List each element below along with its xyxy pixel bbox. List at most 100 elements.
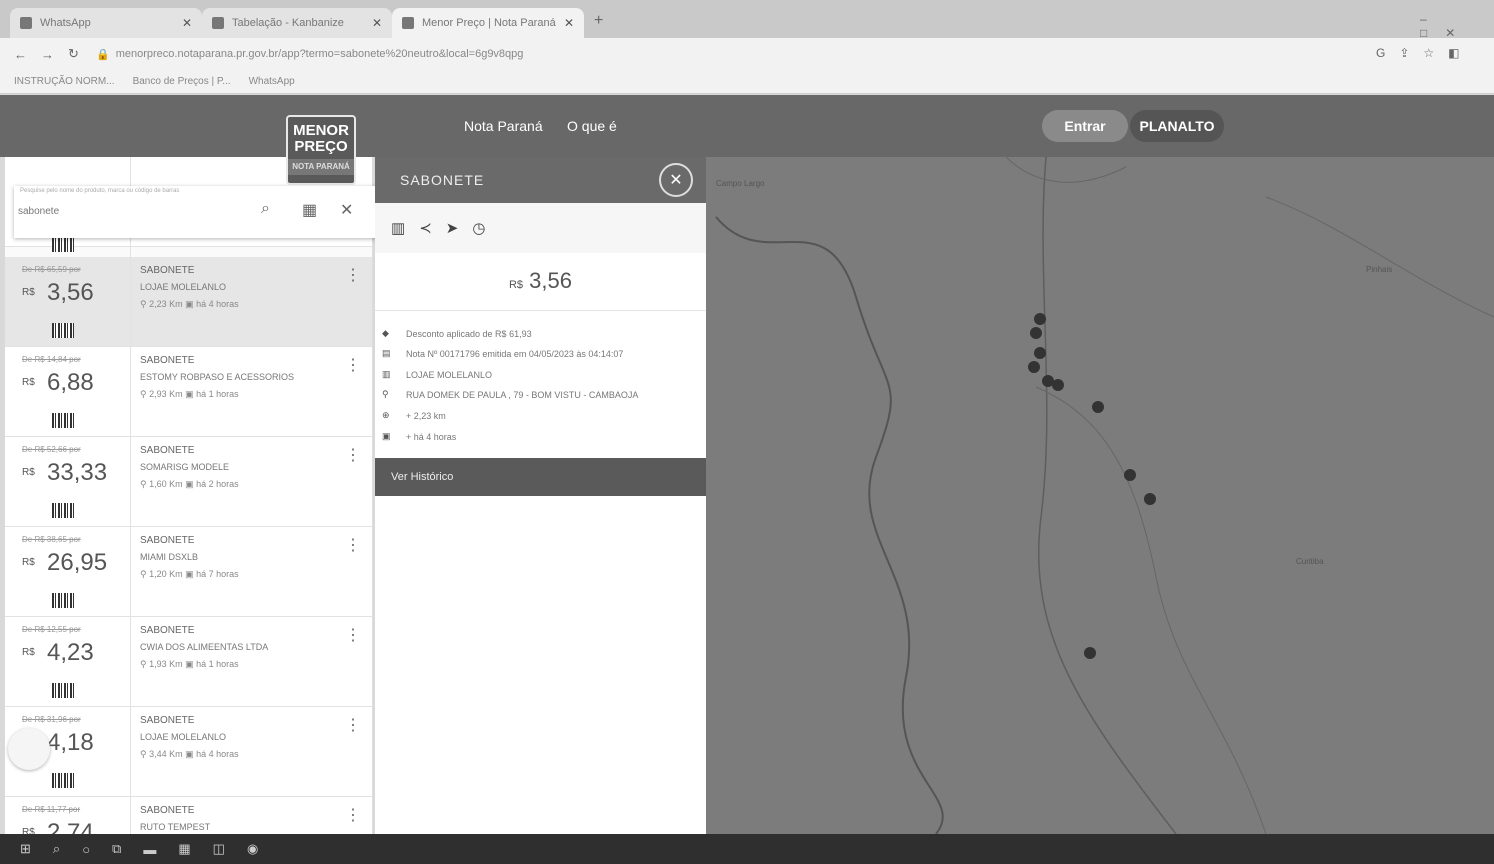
forward-icon[interactable]: → — [41, 47, 54, 62]
share-icon[interactable]: ≺ — [419, 219, 432, 237]
barcode-icon — [52, 683, 74, 698]
tab-whatsapp[interactable]: WhatsApp ✕ — [10, 8, 202, 38]
more-options-icon[interactable]: ⋮ — [345, 535, 361, 555]
loading-spinner — [8, 728, 50, 770]
clear-search-icon[interactable]: ✕ — [340, 200, 353, 220]
browser-actions[interactable]: G⇪☆◧ — [1376, 46, 1473, 60]
barcode-icon[interactable]: ▥ — [391, 219, 405, 237]
login-button[interactable]: Entrar — [1042, 110, 1128, 142]
navigate-icon[interactable]: ➤ — [446, 219, 459, 237]
calendar-icon: ▣ — [185, 569, 197, 579]
store-name: CWIA DOS ALIMEENTAS LTDA — [140, 642, 269, 652]
calendar-icon: ▣ — [185, 479, 197, 489]
result-meta: ⚲ 1,93 Km ▣ há 1 horas — [140, 659, 239, 669]
search-icon[interactable]: ⌕ — [261, 200, 270, 218]
outlook-icon[interactable]: ◫ — [213, 841, 225, 857]
close-detail-button[interactable]: ✕ — [659, 163, 693, 197]
history-button[interactable]: Ver Histórico — [375, 458, 706, 496]
divider — [375, 310, 706, 311]
price: 4,23 — [47, 639, 94, 666]
url-text: menorpreco.notaparana.pr.gov.br/app?term… — [115, 48, 524, 60]
back-icon[interactable]: ← — [14, 47, 27, 62]
map-label: Curitiba — [1296, 557, 1324, 566]
window-controls[interactable]: –□✕ — [1420, 12, 1494, 40]
cortana-icon[interactable]: ○ — [82, 842, 90, 857]
chrome-icon[interactable]: ◉ — [247, 841, 258, 857]
barcode-icon — [52, 413, 74, 428]
store-name: MIAMI DSXLB — [140, 552, 199, 562]
map-markers[interactable] — [1028, 313, 1156, 659]
store-marker[interactable] — [1034, 313, 1046, 325]
search-input[interactable] — [18, 202, 248, 220]
store-marker[interactable] — [1034, 347, 1046, 359]
clock-icon[interactable]: ◷ — [472, 219, 485, 237]
product-name: SABONETE — [140, 265, 195, 276]
tab-kanbanize[interactable]: Tabelação - Kanbanize ✕ — [202, 8, 392, 38]
bookmark-item[interactable]: INSTRUÇÃO NORM... — [14, 76, 115, 87]
map-label: Pinhais — [1366, 265, 1393, 274]
barcode-scan-icon[interactable]: ▦ — [302, 200, 317, 220]
nav-nota-parana[interactable]: Nota Paraná — [464, 118, 543, 134]
app-header — [0, 95, 1494, 157]
bookmark-item[interactable]: WhatsApp — [249, 76, 295, 87]
close-tab-icon[interactable]: ✕ — [564, 16, 574, 30]
result-card[interactable]: De R$ 11,77 por R$ 2,74 SABONETE RUTO TE… — [5, 797, 372, 834]
excel-icon[interactable]: ▦ — [178, 841, 190, 857]
road-line — [1035, 386, 1267, 834]
detail-store: ▥ LOJAE MOLELANLO — [382, 369, 493, 380]
document-icon: ▤ — [382, 348, 391, 358]
more-options-icon[interactable]: ⋮ — [345, 355, 361, 375]
store-marker[interactable] — [1028, 361, 1040, 373]
old-price: De R$ 31,96 por — [22, 715, 81, 724]
store-marker[interactable] — [1124, 469, 1136, 481]
result-card[interactable]: De R$ 52,66 por R$ 33,33 SABONETE SOMARI… — [5, 437, 372, 527]
detail-nota: ▤ Nota Nº 00171796 emitida em 04/05/2023 … — [382, 348, 624, 359]
bookmark-item[interactable]: Banco de Preços | P... — [133, 76, 231, 87]
map[interactable]: Campo Largo Pinhais Curitiba — [706, 157, 1494, 834]
task-view-icon[interactable]: ⧉ — [112, 841, 121, 857]
old-price: De R$ 14,84 por — [22, 355, 81, 364]
more-options-icon[interactable]: ⋮ — [345, 625, 361, 645]
product-name: SABONETE — [140, 625, 195, 636]
store-marker[interactable] — [1144, 493, 1156, 505]
close-tab-icon[interactable]: ✕ — [372, 16, 382, 30]
tab-menor-preco[interactable]: Menor Preço | Nota Paraná ✕ — [392, 8, 584, 38]
store-marker[interactable] — [1052, 379, 1064, 391]
result-card[interactable]: De R$ 38,65 por R$ 26,95 SABONETE MIAMI … — [5, 527, 372, 617]
search-icon[interactable]: ⌕ — [53, 841, 60, 857]
file-explorer-icon[interactable]: ▬ — [143, 842, 156, 857]
more-options-icon[interactable]: ⋮ — [345, 715, 361, 735]
windows-start-icon[interactable]: ⊞ — [20, 841, 31, 857]
reload-icon[interactable]: ↻ — [68, 46, 79, 62]
calendar-icon: ▣ — [185, 299, 197, 309]
result-card[interactable]: De R$ 65,59 por R$ 3,56 SABONETE LOJAE M… — [5, 257, 372, 347]
menor-preco-logo[interactable]: MENOR PREÇO NOTA PARANÁ — [286, 115, 356, 185]
more-options-icon[interactable]: ⋮ — [345, 805, 361, 825]
price: 4,18 — [47, 729, 94, 756]
more-options-icon[interactable]: ⋮ — [345, 445, 361, 465]
location-icon: ⊕ — [382, 410, 390, 420]
detail-distance: ⊕ + 2,23 km — [382, 410, 446, 421]
detail-discount: ◆ Desconto aplicado de R$ 61,93 — [382, 328, 532, 339]
result-card[interactable]: De R$ 31,96 por R$ 4,18 SABONETE LOJAE M… — [5, 707, 372, 797]
store-marker[interactable] — [1030, 327, 1042, 339]
store-marker[interactable] — [1092, 401, 1104, 413]
results-list[interactable]: De R$ 65,59 por R$ 3,56 SABONETE LOJAE M… — [5, 157, 373, 834]
close-tab-icon[interactable]: ✕ — [182, 16, 192, 30]
store-icon: ▥ — [382, 369, 391, 379]
result-card[interactable]: De R$ 14,84 por R$ 6,88 SABONETE ESTOMY … — [5, 347, 372, 437]
more-options-icon[interactable]: ⋮ — [345, 265, 361, 285]
calendar-icon: ▣ — [185, 749, 197, 759]
result-card[interactable]: De R$ 12,55 por R$ 4,23 SABONETE CWIA DO… — [5, 617, 372, 707]
location-button[interactable]: PLANALTO — [1130, 110, 1224, 142]
pin-icon: ⚲ — [140, 749, 150, 759]
url-field[interactable]: 🔒 menorpreco.notaparana.pr.gov.br/app?te… — [96, 44, 1366, 64]
road-line — [1037, 157, 1177, 834]
currency-label: R$ — [22, 827, 35, 834]
old-price: De R$ 12,55 por — [22, 625, 81, 634]
pin-icon: ⚲ — [140, 479, 150, 489]
product-name: SABONETE — [140, 445, 195, 456]
nav-o-que-e[interactable]: O que é — [567, 118, 617, 134]
new-tab-button[interactable]: + — [594, 12, 603, 30]
store-marker[interactable] — [1084, 647, 1096, 659]
